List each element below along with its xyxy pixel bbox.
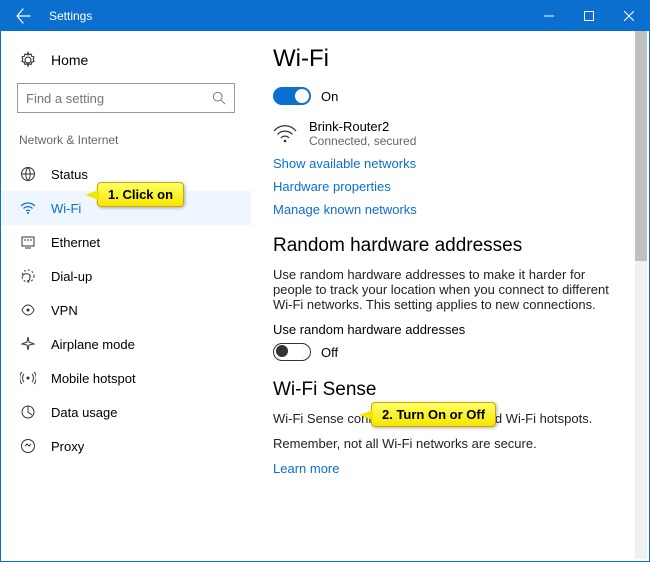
search-input[interactable]: [26, 91, 212, 106]
search-icon: [212, 91, 226, 105]
link-manage-networks[interactable]: Manage known networks: [273, 202, 627, 217]
sidebar-item-label: Status: [51, 167, 88, 182]
close-button[interactable]: [609, 1, 649, 31]
scrollbar[interactable]: [635, 31, 647, 559]
wifi-icon: [19, 199, 37, 217]
rha-title: Random hardware addresses: [273, 235, 627, 257]
maximize-button[interactable]: [569, 1, 609, 31]
rha-toggle[interactable]: [273, 343, 311, 361]
minimize-icon: [544, 11, 554, 21]
content-pane: Wi-Fi On Brink-Router2 Connected, secure…: [251, 31, 649, 561]
wifi-toggle-row: On: [273, 87, 627, 105]
sidebar-item-vpn[interactable]: VPN: [1, 293, 251, 327]
wifi-signal-icon: [273, 124, 297, 144]
dialup-icon: [19, 267, 37, 285]
titlebar: Settings: [1, 1, 649, 31]
sidebar-item-dialup[interactable]: Dial-up: [1, 259, 251, 293]
body: Home Network & Internet Status Wi-Fi: [1, 31, 649, 561]
sidebar-item-datausage[interactable]: Data usage: [1, 395, 251, 429]
window-title: Settings: [45, 9, 92, 23]
wifisense-title: Wi-Fi Sense: [273, 379, 627, 401]
scrollbar-thumb[interactable]: [635, 31, 647, 261]
rha-label: Use random hardware addresses: [273, 322, 627, 337]
wifi-toggle[interactable]: [273, 87, 311, 105]
sidebar: Home Network & Internet Status Wi-Fi: [1, 31, 251, 561]
network-name: Brink-Router2: [309, 119, 416, 134]
sidebar-item-ethernet[interactable]: Ethernet: [1, 225, 251, 259]
settings-window: Settings Home Network & Internet Status: [0, 0, 650, 562]
globe-icon: [19, 165, 37, 183]
airplane-icon: [19, 335, 37, 353]
sidebar-item-label: VPN: [51, 303, 78, 318]
sidebar-item-airplane[interactable]: Airplane mode: [1, 327, 251, 361]
close-icon: [624, 11, 634, 21]
link-learn-more[interactable]: Learn more: [273, 461, 627, 476]
link-show-networks[interactable]: Show available networks: [273, 156, 627, 171]
wifisense-line2: Remember, not all Wi-Fi networks are sec…: [273, 436, 613, 451]
sidebar-item-label: Wi-Fi: [51, 201, 81, 216]
back-button[interactable]: [1, 1, 45, 31]
sidebar-item-label: Ethernet: [51, 235, 100, 250]
rha-description: Use random hardware addresses to make it…: [273, 267, 613, 312]
maximize-icon: [584, 11, 594, 21]
sidebar-item-label: Proxy: [51, 439, 84, 454]
link-hardware-properties[interactable]: Hardware properties: [273, 179, 627, 194]
gear-icon: [19, 51, 37, 69]
sidebar-home-button[interactable]: Home: [1, 45, 251, 83]
hotspot-icon: [19, 369, 37, 387]
sidebar-item-proxy[interactable]: Proxy: [1, 429, 251, 463]
vpn-icon: [19, 301, 37, 319]
data-usage-icon: [19, 403, 37, 421]
annotation-callout-1: 1. Click on: [97, 182, 184, 207]
minimize-button[interactable]: [529, 1, 569, 31]
sidebar-item-label: Mobile hotspot: [51, 371, 136, 386]
sidebar-item-label: Airplane mode: [51, 337, 135, 352]
wifi-toggle-label: On: [321, 89, 338, 104]
proxy-icon: [19, 437, 37, 455]
sidebar-section-header: Network & Internet: [1, 129, 251, 157]
annotation-callout-2: 2. Turn On or Off: [371, 402, 496, 427]
current-network[interactable]: Brink-Router2 Connected, secured: [273, 119, 627, 148]
rha-toggle-label: Off: [321, 345, 338, 360]
arrow-left-icon: [15, 8, 31, 24]
sidebar-item-hotspot[interactable]: Mobile hotspot: [1, 361, 251, 395]
rha-toggle-row: Off: [273, 343, 627, 361]
ethernet-icon: [19, 233, 37, 251]
sidebar-item-label: Data usage: [51, 405, 118, 420]
home-label: Home: [51, 52, 88, 68]
network-status: Connected, secured: [309, 134, 416, 148]
sidebar-item-label: Dial-up: [51, 269, 92, 284]
search-field[interactable]: [17, 83, 235, 113]
page-title: Wi-Fi: [273, 45, 627, 73]
